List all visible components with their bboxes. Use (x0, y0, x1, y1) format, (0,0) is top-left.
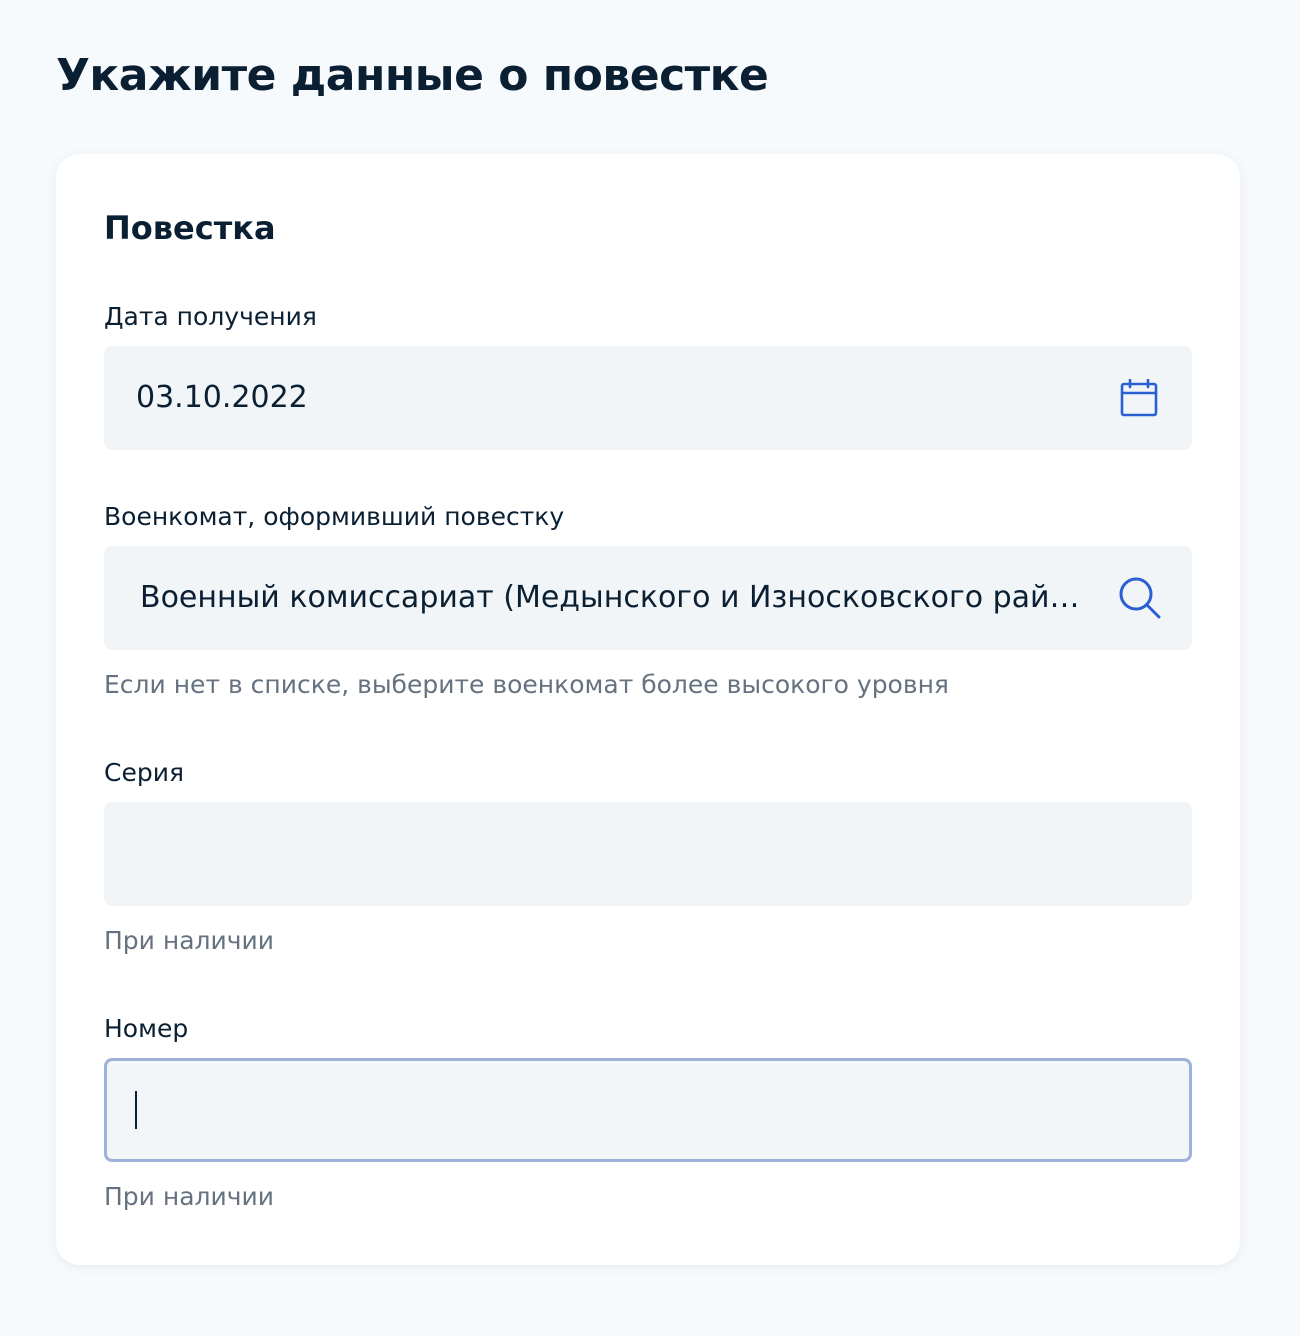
receipt-date-field[interactable]: 03.10.2022 (104, 346, 1192, 450)
text-caret (135, 1091, 137, 1129)
commissariat-value: Военный комиссариат (Медынского и Износк… (140, 580, 1080, 615)
page-title: Укажите данные о повестке (56, 50, 769, 101)
summons-card: Повестка Дата получения 03.10.2022 Военк… (56, 154, 1240, 1265)
series-hint: При наличии (104, 926, 275, 955)
number-field[interactable] (104, 1058, 1192, 1162)
receipt-date-label: Дата получения (104, 302, 317, 331)
search-icon[interactable] (1118, 576, 1162, 620)
number-hint: При наличии (104, 1182, 275, 1211)
number-label: Номер (104, 1014, 189, 1043)
card-title: Повестка (104, 209, 276, 247)
receipt-date-value: 03.10.2022 (136, 380, 308, 415)
series-label: Серия (104, 758, 184, 787)
commissariat-field[interactable]: Военный комиссариат (Медынского и Износк… (104, 546, 1192, 650)
commissariat-hint: Если нет в списке, выберите военкомат бо… (104, 670, 949, 699)
calendar-icon[interactable] (1120, 379, 1158, 417)
series-field[interactable] (104, 802, 1192, 906)
commissariat-label: Военкомат, оформивший повестку (104, 502, 565, 531)
